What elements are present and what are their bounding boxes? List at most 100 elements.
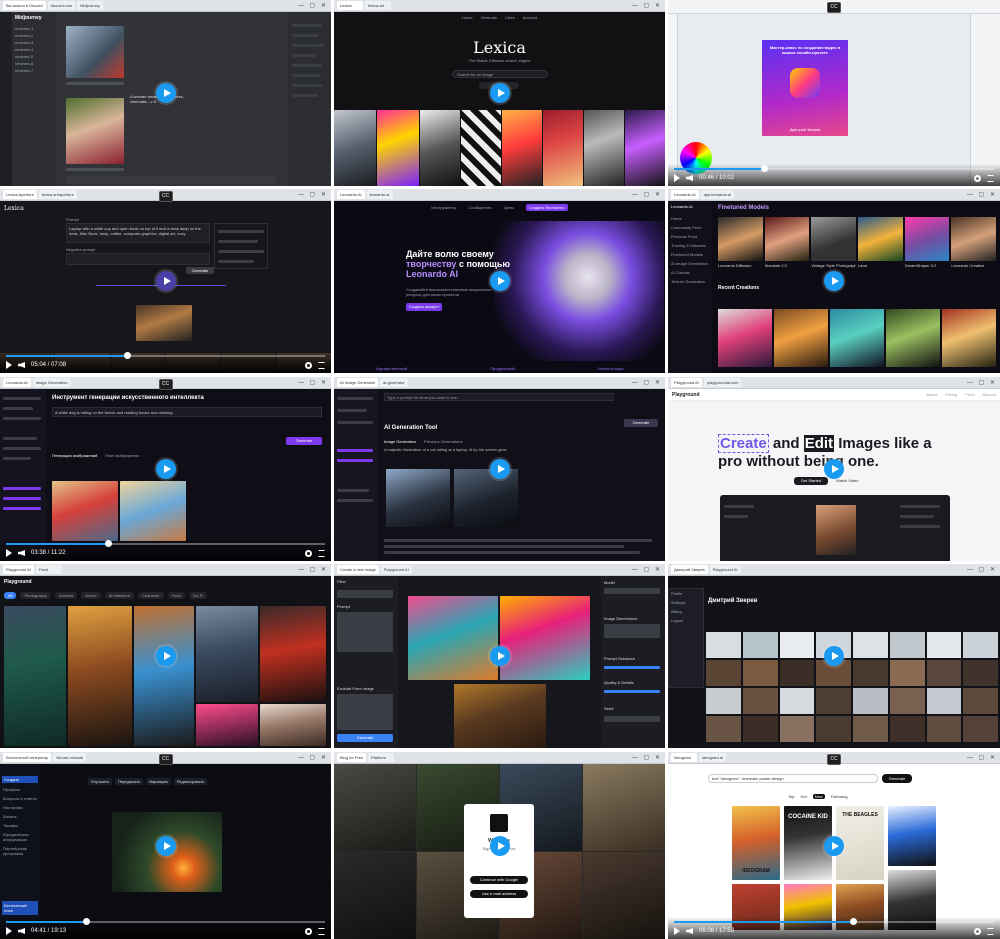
play-button[interactable]	[824, 459, 844, 479]
tile-leonardo-generation[interactable]: Leonardo.Ai Image Generation — ▢ ✕ Инстр…	[0, 377, 331, 561]
model-card[interactable]	[718, 217, 763, 261]
recent-image[interactable]	[942, 309, 996, 367]
play-icon[interactable]	[674, 927, 680, 935]
gallery-image[interactable]	[816, 716, 851, 742]
window-controls[interactable]: — ▢ ✕	[632, 2, 662, 9]
result-image-cat-laptop-2[interactable]	[454, 469, 518, 527]
filter-hot[interactable]: Hot	[800, 794, 806, 799]
play-icon[interactable]	[6, 927, 12, 935]
gallery-image[interactable]	[779, 688, 815, 714]
tile-playground-feed[interactable]: Playground AI Feed — ▢ ✕ Playground All …	[0, 564, 331, 748]
browser-tab[interactable]: Platform	[368, 753, 395, 762]
nav-discord[interactable]: Discord	[982, 392, 996, 397]
volume-icon[interactable]	[686, 175, 693, 181]
filter-new[interactable]: New	[812, 794, 825, 799]
gallery-image[interactable]	[926, 632, 962, 658]
gallery-image[interactable]	[779, 716, 815, 742]
play-button[interactable]	[489, 271, 510, 291]
gallery-image-city[interactable]	[502, 110, 542, 186]
tile-instagram-editor[interactable]: Мастер-класс по созданию видео в вашем о…	[668, 0, 1000, 186]
gallery-image[interactable]	[889, 660, 925, 686]
generated-image-car[interactable]	[66, 26, 124, 78]
browser-tab[interactable]: app.leonardo.ai	[700, 190, 735, 199]
browser-tab[interactable]: Playground AI	[709, 565, 741, 574]
footer-link[interactable]: Продуктовый	[490, 366, 515, 371]
model-card[interactable]	[811, 217, 857, 261]
subtitles-icon[interactable]: CC	[158, 191, 173, 202]
sidebar-item-profile[interactable]: Профиль	[0, 785, 40, 794]
poster-canvas[interactable]: Мастер-класс по созданию видео в вашем о…	[762, 40, 848, 136]
nav-tools[interactable]: Инструменты	[431, 205, 456, 210]
nav-board[interactable]: Board	[926, 392, 937, 397]
action-upscale[interactable]: Улучшить	[88, 778, 113, 785]
sidebar-item-legal[interactable]: Юридическая информация	[0, 830, 40, 844]
play-icon[interactable]	[674, 174, 680, 182]
nav-feed[interactable]: Feed	[965, 392, 974, 397]
browser-tab[interactable]: Playground AI	[380, 565, 412, 574]
sidebar-item-texture[interactable]: Texture Generation	[671, 279, 709, 284]
volume-icon[interactable]	[686, 928, 693, 934]
play-button[interactable]	[155, 835, 176, 856]
channel-item[interactable]: newbies-2	[15, 33, 53, 38]
tile-playground-create[interactable]: Create a new image Playground AI — ▢ ✕ F…	[334, 564, 665, 748]
gallery-image[interactable]	[853, 716, 888, 742]
recent-image[interactable]	[718, 309, 772, 367]
window-controls[interactable]: — ▢ ✕	[632, 379, 662, 386]
sidebar-item-canvas[interactable]: AI Canvas	[671, 270, 709, 275]
prompt-input[interactable]: Type a prompt for what you want to see..…	[384, 393, 614, 401]
fullscreen-icon[interactable]	[318, 361, 325, 369]
sidebar-item-plans[interactable]: Тарифы	[0, 821, 40, 830]
tile-leonardo-landing[interactable]: Leonardo.Ai leonardo.ai — ▢ ✕ Инструмент…	[334, 189, 665, 373]
generated-image-woman[interactable]	[66, 98, 124, 164]
feed-image-abstract[interactable]	[196, 704, 258, 746]
progress-bar[interactable]	[6, 540, 325, 547]
browser-tab[interactable]: AI Image Generator	[337, 378, 379, 387]
browser-tab[interactable]: Playground AI	[3, 565, 34, 574]
filter-chip[interactable]: Food	[167, 592, 185, 599]
gallery-image[interactable]	[816, 688, 851, 714]
play-button[interactable]	[489, 835, 510, 856]
nav-generate[interactable]: Generate	[481, 15, 498, 20]
gallery-image[interactable]	[926, 688, 962, 714]
fullscreen-icon[interactable]	[987, 174, 994, 182]
tile-neural-video[interactable]: Бесплатный генератор Neural network — ▢ …	[0, 752, 331, 939]
settings-icon[interactable]	[974, 927, 981, 935]
nav-cta-button[interactable]: Создать бесплатно	[525, 203, 568, 211]
gallery-image-pattern[interactable]	[461, 110, 501, 186]
tile-ideogram[interactable]: Ideogram ideogram.ai — ▢ ✕ text "Ideogra…	[668, 752, 1000, 939]
nav-home[interactable]: Home	[462, 15, 473, 20]
tile-ai-generation-tool[interactable]: AI Image Generator ai-generator — ▢ ✕ Ty…	[334, 377, 665, 561]
filter-following[interactable]: Following	[831, 794, 848, 799]
recent-image[interactable]	[774, 309, 828, 367]
generate-button[interactable]: Generate	[882, 774, 912, 783]
browser-tab[interactable]: ai-generator	[380, 378, 408, 387]
feed-image-sunset[interactable]	[68, 606, 132, 746]
footer-link[interactable]: Иллюстрации	[598, 366, 624, 371]
filter-chip[interactable]: Architecture	[104, 592, 135, 599]
fullscreen-icon[interactable]	[987, 927, 994, 935]
footer-link[interactable]: Художественный	[376, 366, 408, 371]
browser-tab[interactable]: Image Generation	[32, 378, 71, 387]
play-button[interactable]	[824, 835, 844, 856]
gallery-image[interactable]	[742, 716, 778, 742]
filter-chip[interactable]: Animals	[55, 592, 78, 599]
filter-chip[interactable]: Anime	[81, 592, 101, 599]
settings-icon[interactable]	[305, 361, 312, 369]
result-image-cat-hammock[interactable]	[52, 481, 118, 541]
nav-account[interactable]: Account	[523, 15, 537, 20]
gallery-image[interactable]	[963, 632, 998, 658]
browser-tab[interactable]: Leonardo.Ai	[671, 190, 699, 199]
play-button[interactable]	[489, 83, 510, 103]
play-icon[interactable]	[6, 361, 12, 369]
sidebar-item-partners[interactable]: Партнёрская программа	[0, 844, 40, 858]
fullscreen-icon[interactable]	[318, 549, 325, 557]
channel-item[interactable]: newbies-4	[15, 47, 53, 52]
tab-image-generation[interactable]: Image Generation	[384, 439, 416, 444]
hero-cta-button[interactable]: Создать аккаунт	[406, 303, 442, 311]
volume-icon[interactable]	[18, 550, 25, 556]
window-controls[interactable]: — ▢ ✕	[632, 754, 662, 761]
action-edit[interactable]: Редактировать	[173, 778, 208, 785]
model-card[interactable]	[904, 217, 950, 261]
play-button[interactable]	[489, 459, 510, 479]
action-variations[interactable]: Вариации	[146, 778, 171, 785]
